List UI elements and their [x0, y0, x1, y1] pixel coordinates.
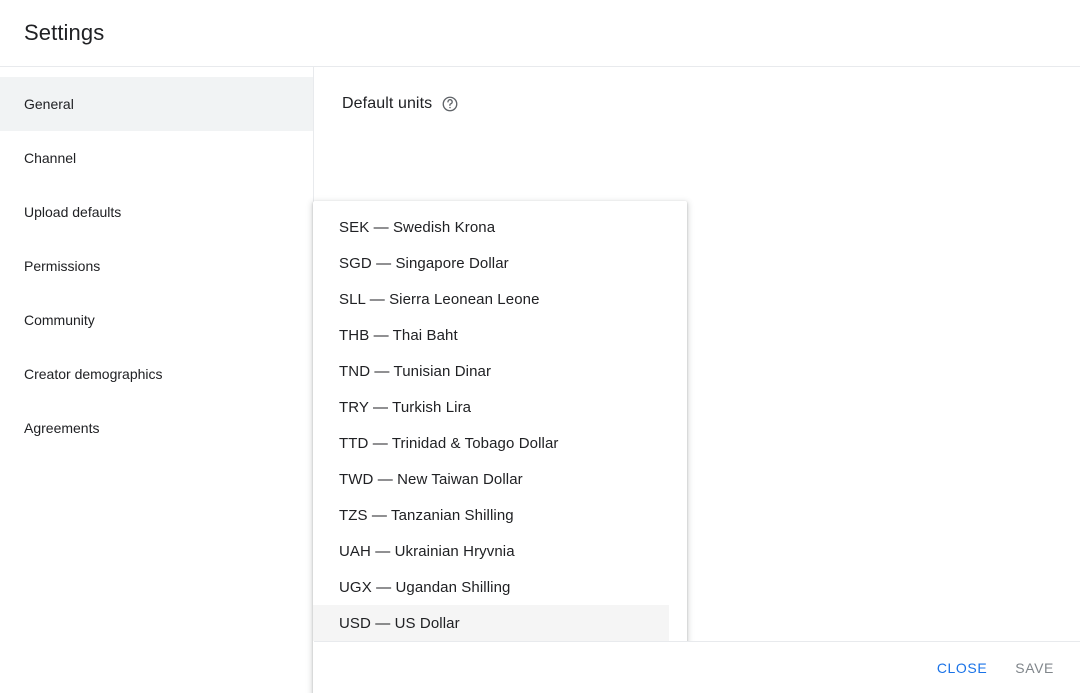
sidebar-item-agreements[interactable]: Agreements [0, 401, 313, 455]
sidebar-item-label: Permissions [24, 258, 100, 274]
currency-option[interactable]: USD — US Dollar [313, 605, 669, 641]
save-button[interactable]: SAVE [1005, 652, 1064, 684]
currency-dropdown-menu[interactable]: SEK — Swedish Krona SGD — Singapore Dolla… [313, 201, 687, 693]
currency-option-label: THB — Thai Baht [339, 327, 458, 344]
currency-option[interactable]: SGD — Singapore Dollar [313, 245, 687, 281]
sidebar-item-upload-defaults[interactable]: Upload defaults [0, 185, 313, 239]
default-units-section-header: Default units [342, 91, 1080, 117]
close-button[interactable]: CLOSE [927, 652, 997, 684]
sidebar-item-label: Channel [24, 150, 76, 166]
sidebar-item-label: Upload defaults [24, 204, 121, 220]
currency-option-label: TND — Tunisian Dinar [339, 363, 491, 380]
sidebar-item-label: Community [24, 312, 95, 328]
settings-dialog: Settings General Channel Upload defaults Pe… [0, 0, 1080, 693]
dialog-body: General Channel Upload defaults Permissions… [0, 67, 1080, 693]
currency-option-label: TRY — Turkish Lira [339, 399, 471, 416]
help-circle-icon[interactable] [441, 95, 459, 113]
currency-option-label: UGX — Ugandan Shilling [339, 579, 510, 596]
currency-option[interactable]: TRY — Turkish Lira [313, 389, 687, 425]
dialog-header: Settings [0, 0, 1080, 67]
currency-option-label: SEK — Swedish Krona [339, 219, 495, 236]
dialog-footer: CLOSE SAVE [314, 641, 1080, 693]
currency-option-label: TWD — New Taiwan Dollar [339, 471, 523, 488]
currency-option-label: UAH — Ukrainian Hryvnia [339, 543, 515, 560]
sidebar-item-permissions[interactable]: Permissions [0, 239, 313, 293]
sidebar-item-creator-demographics[interactable]: Creator demographics [0, 347, 313, 401]
currency-option[interactable]: TWD — New Taiwan Dollar [313, 461, 687, 497]
currency-option-label: TZS — Tanzanian Shilling [339, 507, 514, 524]
sidebar-item-label: Creator demographics [24, 366, 163, 382]
currency-option[interactable]: TZS — Tanzanian Shilling [313, 497, 687, 533]
sidebar-item-label: Agreements [24, 420, 99, 436]
currency-option[interactable]: THB — Thai Baht [313, 317, 687, 353]
currency-option-label: USD — US Dollar [339, 615, 460, 632]
currency-option[interactable]: UGX — Ugandan Shilling [313, 569, 687, 605]
currency-option-label: SGD — Singapore Dollar [339, 255, 509, 272]
currency-option-label: TTD — Trinidad & Tobago Dollar [339, 435, 558, 452]
settings-sidebar: General Channel Upload defaults Permissions… [0, 67, 314, 693]
currency-option[interactable]: TTD — Trinidad & Tobago Dollar [313, 425, 687, 461]
currency-option-list: SEK — Swedish Krona SGD — Singapore Dolla… [313, 209, 687, 693]
dropdown-scrollbar[interactable] [673, 201, 683, 693]
section-title: Default units [342, 95, 432, 113]
sidebar-item-channel[interactable]: Channel [0, 131, 313, 185]
sidebar-item-general[interactable]: General [0, 77, 313, 131]
currency-option-label: SLL — Sierra Leonean Leone [339, 291, 540, 308]
currency-option[interactable]: UAH — Ukrainian Hryvnia [313, 533, 687, 569]
page-title: Settings [24, 20, 104, 46]
sidebar-item-label: General [24, 96, 74, 112]
currency-option[interactable]: SEK — Swedish Krona [313, 209, 687, 245]
currency-option[interactable]: TND — Tunisian Dinar [313, 353, 687, 389]
sidebar-item-community[interactable]: Community [0, 293, 313, 347]
currency-option[interactable]: SLL — Sierra Leonean Leone [313, 281, 687, 317]
